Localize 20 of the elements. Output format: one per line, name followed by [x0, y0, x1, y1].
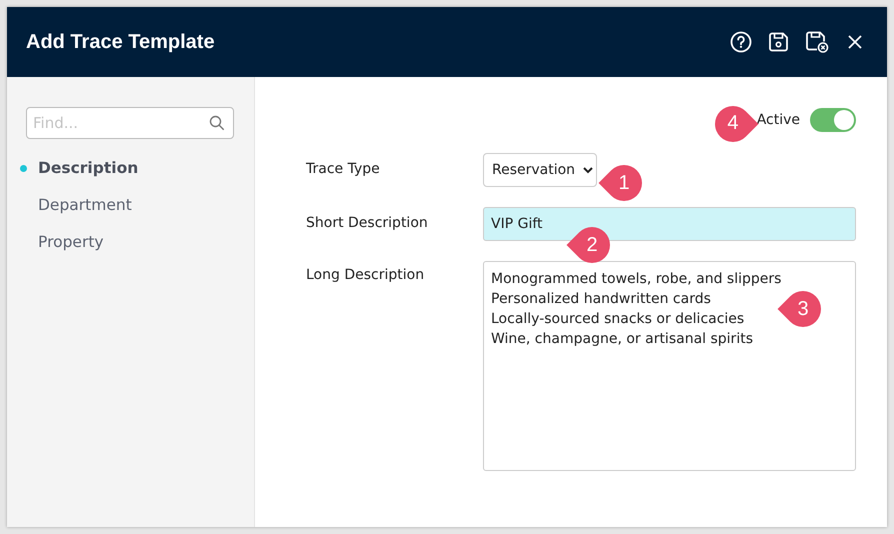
field-label: Trace Type — [306, 160, 381, 179]
help-icon — [730, 31, 752, 53]
sidebar-item[interactable]: Property — [38, 233, 104, 251]
search-icon — [209, 115, 225, 131]
save-close-icon — [805, 30, 829, 54]
help-button[interactable] — [729, 30, 753, 54]
search-field[interactable]: Find... — [26, 107, 234, 139]
selected-dot — [20, 164, 27, 172]
window-title: Add Trace Template — [26, 30, 216, 54]
field-label: Short Description — [306, 214, 429, 233]
trace-type-dropdown[interactable]: Reservation — [483, 153, 597, 187]
save-and-close-button[interactable] — [805, 30, 829, 54]
save-icon — [768, 31, 790, 53]
active-label: Active — [756, 112, 800, 128]
active-toggle[interactable] — [810, 108, 856, 132]
close-icon — [847, 34, 863, 50]
sidebar-item[interactable]: Department — [38, 196, 132, 214]
save-button[interactable] — [767, 30, 791, 54]
sidebar-item[interactable]: Description — [38, 159, 138, 177]
field-label: Long Description — [306, 266, 426, 285]
